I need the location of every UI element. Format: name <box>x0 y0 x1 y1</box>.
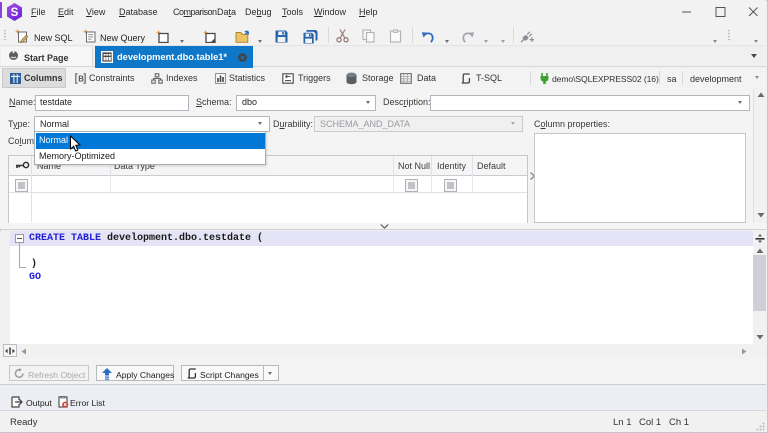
svg-text:S: S <box>11 7 19 19</box>
svg-text:B: B <box>78 74 84 83</box>
